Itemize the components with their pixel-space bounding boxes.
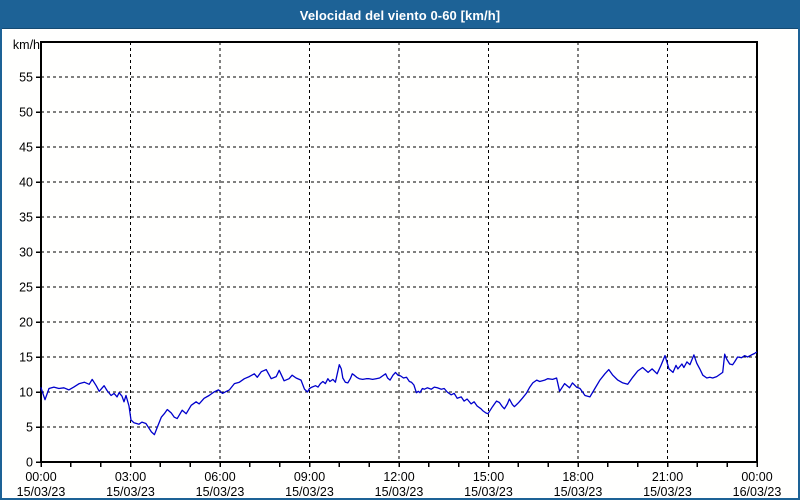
x-tick-time-label: 18:00 [562,470,593,484]
x-tick-date-label: 15/03/23 [464,485,513,498]
x-tick-date-label: 16/03/23 [733,485,782,498]
y-tick-label: 55 [19,71,33,85]
x-tick-date-label: 15/03/23 [643,485,692,498]
y-tick-label: 5 [26,421,33,435]
y-tick-label: 25 [19,281,33,295]
chart-area: km/h 0 5 10 15 20 25 30 35 40 45 50 55 00:00 15/03/23… [2,29,798,499]
x-tick-date-label: 15/03/23 [17,485,66,498]
x-tick-date-label: 15/03/23 [106,485,155,498]
y-tick-label: 35 [19,211,33,225]
y-tick-label: 20 [19,316,33,330]
x-tick-time-label: 15:00 [473,470,504,484]
x-tick-time-label: 09:00 [294,470,325,484]
wind-speed-chart: 051015202530354045505500:0015/03/2303:00… [17,41,782,499]
y-tick-label: 30 [19,246,33,260]
y-tick-label: 15 [19,351,33,365]
x-tick-date-label: 15/03/23 [375,485,424,498]
wind-speed-window: { "window": { "title": "Velocidad del vi… [0,0,800,500]
y-axis-unit-label: km/h [12,38,40,52]
y-tick-label: 0 [26,456,33,470]
title-bar: Velocidad del viento 0-60 [km/h] [2,2,798,29]
x-tick-time-label: 00:00 [741,470,772,484]
x-tick-time-label: 21:00 [652,470,683,484]
y-tick-label: 40 [19,176,33,190]
x-axis-labels: 00:0015/03/2303:0015/03/2306:0015/03/230… [17,470,782,499]
y-tick-label: 45 [19,141,33,155]
y-tick-label: 10 [19,386,33,400]
x-tick-time-label: 06:00 [204,470,235,484]
window-title: Velocidad del viento 0-60 [km/h] [299,7,501,23]
y-tick-label: 50 [19,106,33,120]
x-tick-time-label: 12:00 [383,470,414,484]
x-tick-date-label: 15/03/23 [196,485,245,498]
y-axis-labels: 0 5 10 15 20 25 30 35 40 45 50 55 [19,71,33,470]
x-tick-date-label: 15/03/23 [554,485,603,498]
x-tick-time-label: 03:00 [115,470,146,484]
x-tick-time-label: 00:00 [25,470,56,484]
x-tick-date-label: 15/03/23 [285,485,334,498]
